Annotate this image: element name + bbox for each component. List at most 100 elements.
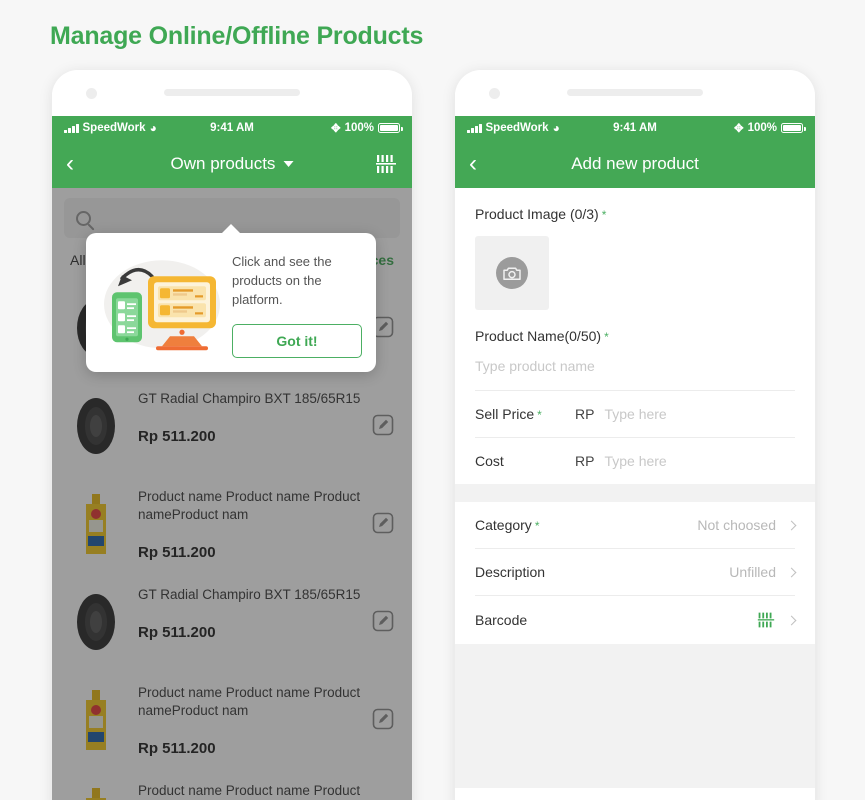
- list-item[interactable]: Product name Product name Product namePr…: [52, 768, 412, 800]
- list-item[interactable]: Product name Product name Product namePr…: [52, 474, 412, 572]
- product-image-upload-button[interactable]: [475, 236, 549, 310]
- product-info: GT Radial Champiro BXT 185/65R15 Rp 511.…: [138, 388, 398, 445]
- phone-bezel-right: [455, 70, 815, 116]
- phone-right: SpeedWork ◕ 9:41 AM ✥ 100% ‹ Add new pro…: [455, 70, 815, 800]
- product-name: Product name Product name Product namePr…: [138, 783, 361, 798]
- sell-price-input[interactable]: Type here: [604, 406, 666, 422]
- edit-icon[interactable]: [372, 610, 394, 632]
- list-item[interactable]: GT Radial Champiro BXT 185/65R15 Rp 511.…: [52, 572, 412, 670]
- wifi-icon: ◕: [149, 121, 157, 135]
- product-name: GT Radial Champiro BXT 185/65R15: [138, 391, 361, 406]
- oil-bottle-image: [86, 494, 106, 554]
- category-value: Not choosed: [697, 517, 776, 533]
- signal-icon: [467, 123, 482, 133]
- oil-bottle-image: [86, 788, 106, 800]
- speaker-grille: [567, 89, 703, 96]
- sell-price-label: Sell Price *: [475, 406, 542, 422]
- cost-input[interactable]: Type here: [604, 453, 666, 469]
- product-name: Product name Product name Product namePr…: [138, 685, 361, 719]
- tab-all[interactable]: All: [70, 252, 86, 268]
- battery-percent-label: 100%: [747, 122, 777, 134]
- description-value: Unfilled: [729, 564, 776, 580]
- description-row[interactable]: Description Unfilled: [455, 549, 815, 595]
- edit-icon[interactable]: [372, 708, 394, 730]
- oil-bottle-image: [86, 690, 106, 750]
- status-left-group: SpeedWork ◕: [64, 122, 157, 134]
- add-product-form: Product Image (0/3) * Product Name(0/50) *: [455, 188, 815, 800]
- carrier-label: SpeedWork: [82, 122, 146, 134]
- required-marker: *: [604, 330, 609, 344]
- camera-icon: [496, 257, 528, 289]
- cost-label: Cost: [475, 453, 504, 469]
- product-name-label: Product Name(0/50) *: [475, 328, 795, 344]
- sell-price-row[interactable]: Sell Price * RP Type here: [455, 391, 815, 437]
- edit-icon[interactable]: [372, 512, 394, 534]
- camera-dot-icon: [86, 88, 97, 99]
- form-spacer: [455, 644, 815, 788]
- status-right-group: ✥ 100%: [733, 121, 806, 135]
- back-button[interactable]: ‹: [66, 152, 74, 176]
- form-section-secondary: Category * Not choosed Description Unfill…: [455, 502, 815, 644]
- wifi-icon: ◕: [552, 121, 560, 135]
- product-price: Rp 511.200: [138, 740, 216, 758]
- nav-bar-left: ‹ Own products: [52, 140, 412, 188]
- clock-label: 9:41 AM: [210, 122, 254, 134]
- product-price: Rp 511.200: [138, 544, 216, 562]
- list-item[interactable]: GT Radial Champiro BXT 185/65R15 Rp 511.…: [52, 376, 412, 474]
- edit-icon[interactable]: [372, 414, 394, 436]
- barcode-scan-icon: [757, 612, 775, 628]
- barcode-value: [756, 611, 776, 629]
- tooltip-body: Click and see the products on the platfo…: [232, 247, 362, 358]
- battery-icon: [378, 123, 403, 133]
- bluetooth-icon: ✥: [330, 123, 341, 135]
- battery-percent-label: 100%: [344, 122, 374, 134]
- tooltip-text: Click and see the products on the platfo…: [232, 254, 332, 307]
- nav-title-label: Own products: [170, 154, 276, 173]
- cost-row[interactable]: Cost RP Type here: [455, 438, 815, 484]
- product-name: Product name Product name Product namePr…: [138, 489, 361, 523]
- product-name: GT Radial Champiro BXT 185/65R15: [138, 587, 361, 602]
- signal-icon: [64, 123, 79, 133]
- description-label: Description: [475, 564, 546, 580]
- chevron-down-icon: [283, 161, 294, 167]
- bluetooth-icon: ✥: [733, 123, 744, 135]
- product-name-input[interactable]: Type product name: [475, 344, 795, 390]
- category-label: Category *: [475, 517, 540, 533]
- nav-title-dropdown[interactable]: Own products: [171, 154, 294, 174]
- page-root: Manage Online/Offline Products SpeedWork…: [0, 0, 865, 800]
- product-price: Rp 511.200: [138, 624, 216, 642]
- nav-bar-right: ‹ Add new product: [455, 140, 815, 188]
- chevron-right-icon: [786, 520, 797, 530]
- battery-icon: [781, 123, 806, 133]
- barcode-row[interactable]: Barcode: [455, 596, 815, 644]
- currency-prefix: RP: [575, 453, 595, 469]
- clock-label: 9:41 AM: [613, 122, 657, 134]
- tire-image: [77, 398, 115, 454]
- back-button[interactable]: ‹: [469, 152, 477, 176]
- got-it-button[interactable]: Got it!: [232, 323, 362, 358]
- status-left-group: SpeedWork ◕: [467, 122, 560, 134]
- image-and-name-group: Product Image (0/3) * Product Name(0/50) *: [455, 188, 815, 390]
- list-item[interactable]: Product name Product name Product namePr…: [52, 670, 412, 768]
- phone-left: SpeedWork ◕ 9:41 AM ✥ 100% ‹ Own product…: [52, 70, 412, 800]
- barcode-scan-button[interactable]: [374, 153, 398, 175]
- phone-bezel-left: [52, 70, 412, 116]
- carrier-label: SpeedWork: [485, 122, 549, 134]
- nav-title-label: Add new product: [571, 154, 699, 173]
- page-title: Manage Online/Offline Products: [50, 22, 424, 50]
- chevron-right-icon: [786, 567, 797, 577]
- barcode-scan-icon: [376, 155, 396, 173]
- product-price: Rp 511.200: [138, 428, 216, 446]
- category-row[interactable]: Category * Not choosed: [455, 502, 815, 548]
- search-icon: [76, 210, 91, 226]
- product-image-label: Product Image (0/3) *: [475, 206, 795, 222]
- status-bar-left: SpeedWork ◕ 9:41 AM ✥ 100%: [52, 116, 412, 140]
- chevron-right-icon: [786, 615, 797, 625]
- status-right-group: ✥ 100%: [330, 121, 403, 135]
- speaker-grille: [164, 89, 300, 96]
- product-info: GT Radial Champiro BXT 185/65R15 Rp 511.…: [138, 584, 398, 641]
- left-phone-body: All Services GT Radial Champiro BXT 185/…: [52, 188, 412, 800]
- camera-glyph: [503, 266, 521, 280]
- required-marker: *: [601, 208, 607, 222]
- product-info: Product name Product name Product namePr…: [138, 486, 398, 561]
